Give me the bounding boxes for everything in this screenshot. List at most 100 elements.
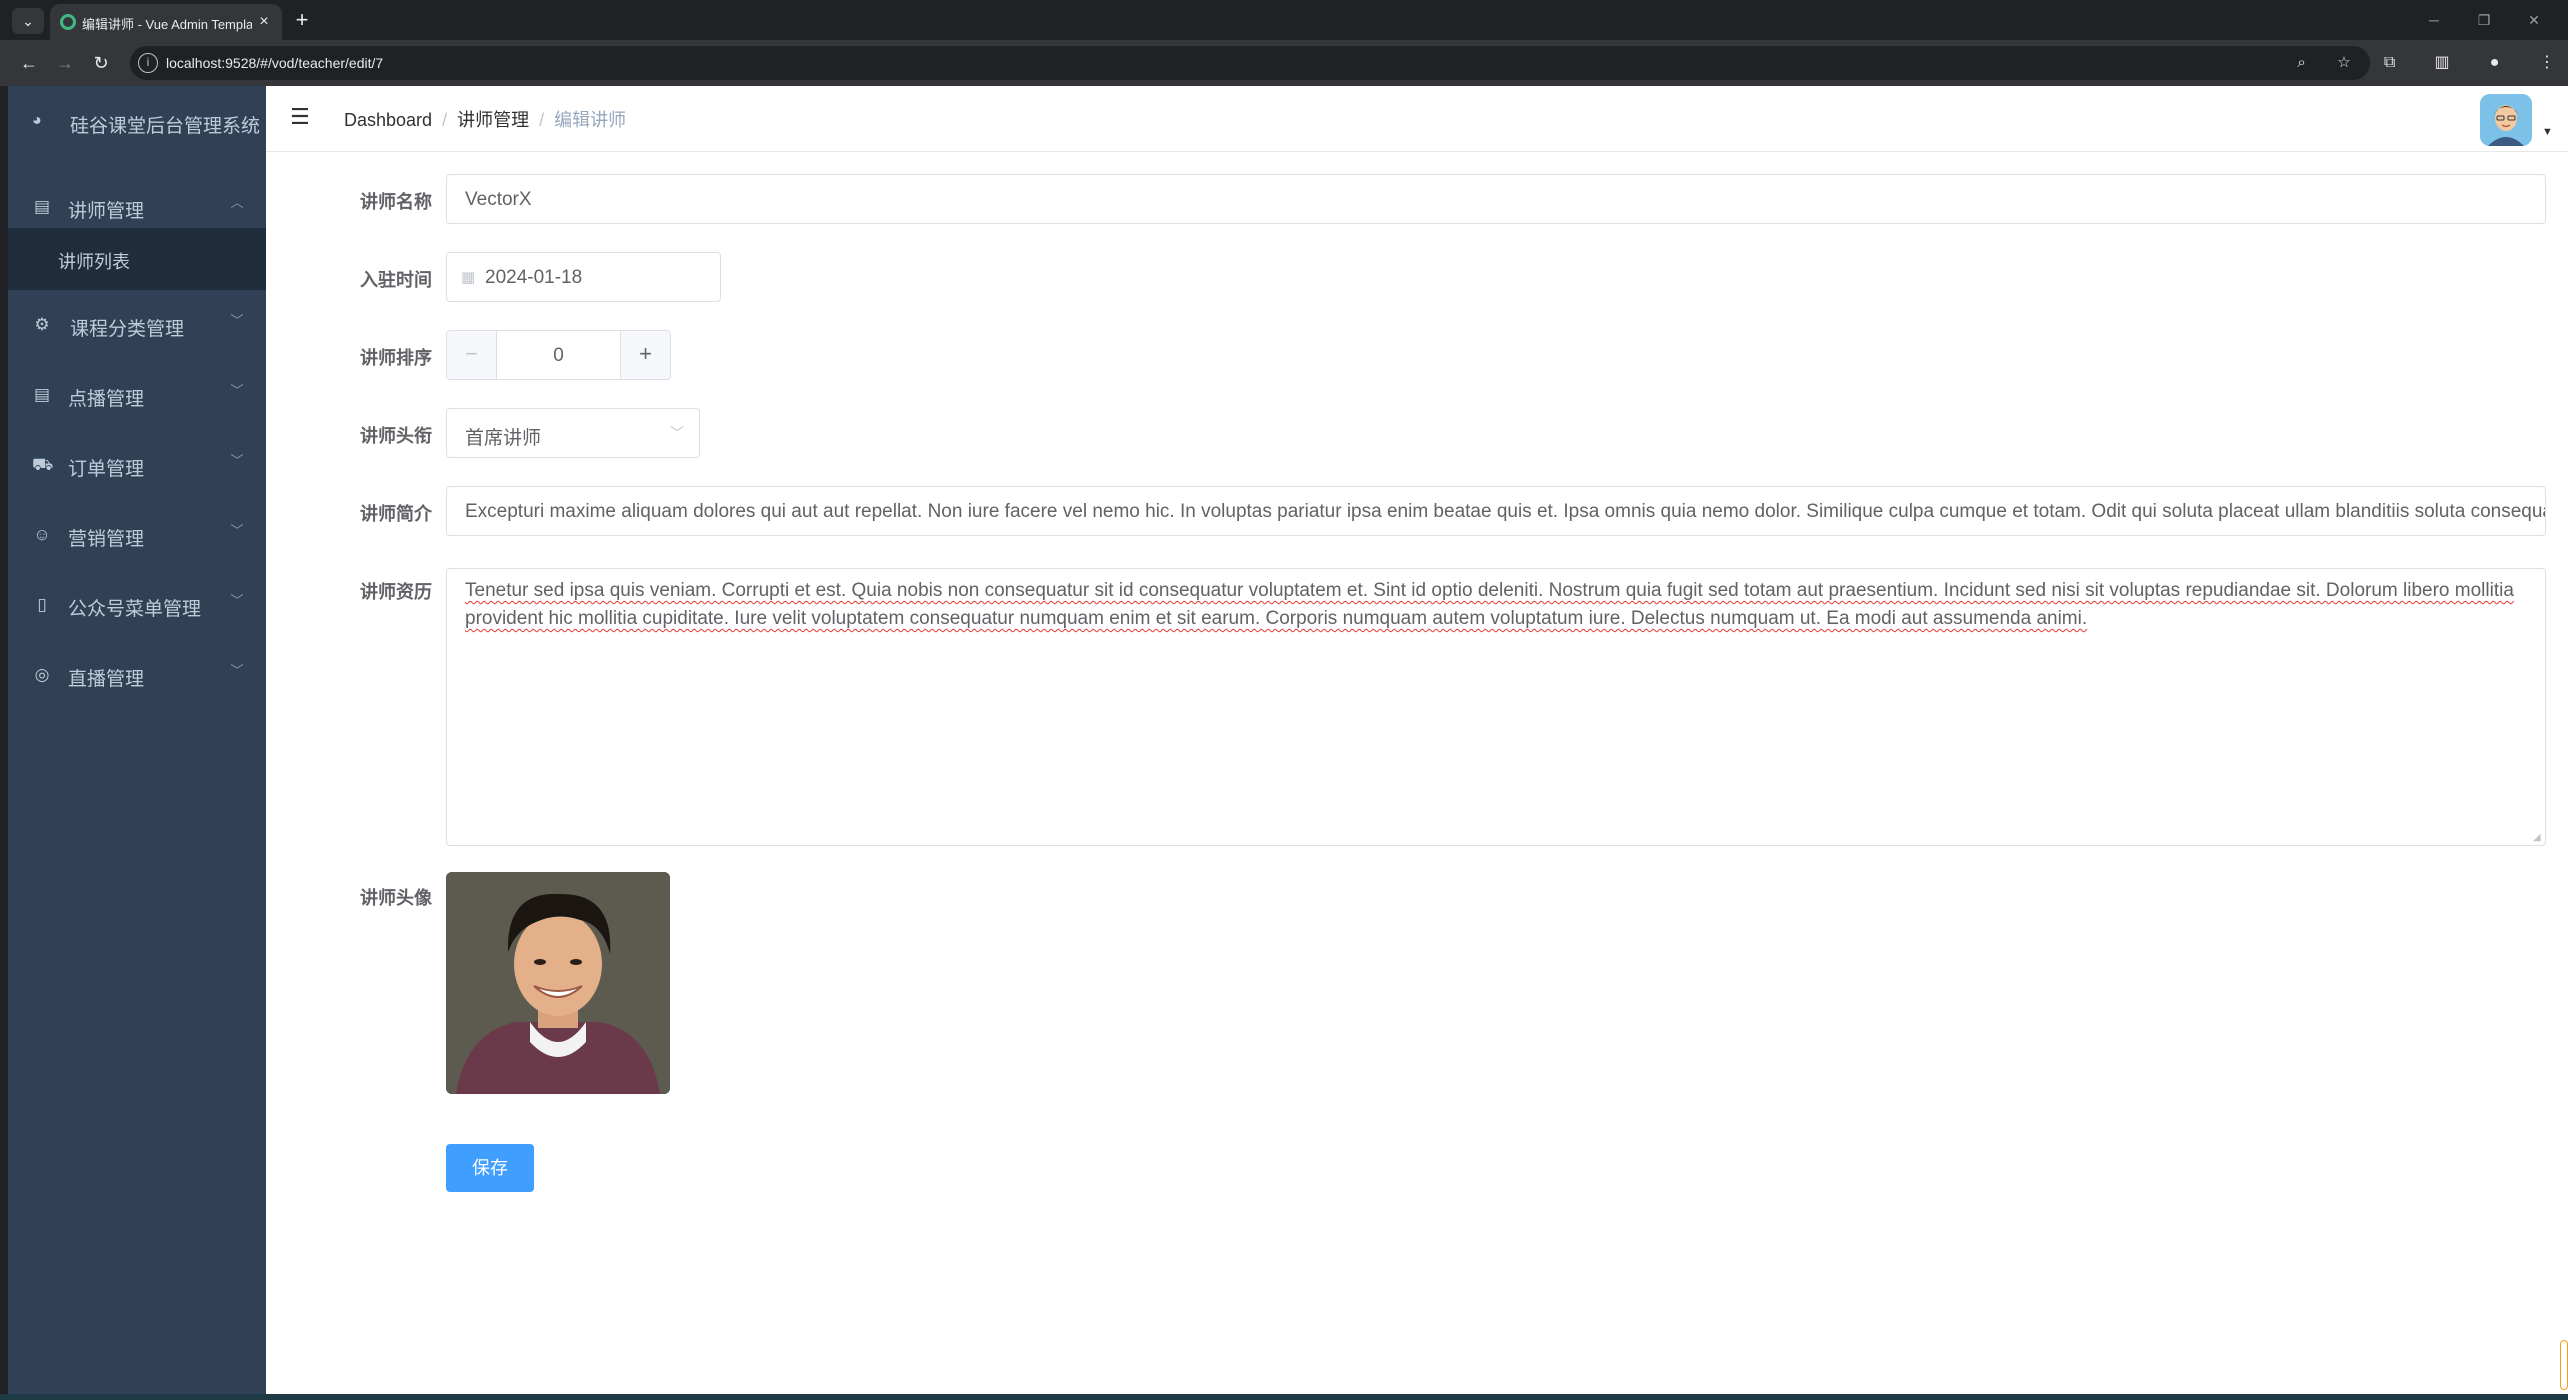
forward-arrow-icon[interactable]: → (52, 50, 78, 76)
sidebar-item-course-category[interactable]: ⚙ 课程分类管理 ﹀ (8, 290, 266, 360)
breadcrumb-separator: / (539, 110, 545, 130)
smile-icon: ☺ (33, 525, 51, 544)
chevron-down-icon: ﹀ (230, 523, 244, 538)
chevron-down-icon: ﹀ (230, 313, 244, 328)
sidebar-item-label: 营销管理 (68, 529, 145, 550)
sidebar-brand[interactable]: ◕ 硅谷课堂后台管理系统 (8, 86, 266, 156)
profile-icon[interactable]: ● (2484, 52, 2506, 74)
chevron-down-icon: ﹀ (230, 383, 244, 398)
sidebar-item-label: 订单管理 (68, 459, 145, 480)
back-arrow-icon[interactable]: ← (16, 50, 42, 76)
form-label-title: 讲师头衔 (360, 426, 432, 446)
phone-icon: ▯ (37, 595, 47, 614)
save-button[interactable]: 保存 (446, 1144, 534, 1192)
sort-value[interactable]: 0 (497, 345, 620, 367)
table-icon: ▤ (33, 385, 51, 404)
address-url[interactable]: localhost:9528/#/vod/teacher/edit/7 (166, 55, 383, 71)
sidebar-subitem-label: 讲师列表 (58, 252, 130, 272)
address-bar-actions: ⌕ ☆ (2274, 53, 2354, 73)
form-label-sort: 讲师排序 (360, 348, 432, 368)
new-tab-plus-icon[interactable]: + (288, 6, 316, 34)
vue-favicon-icon (60, 14, 76, 30)
chevron-down-icon: ﹀ (670, 425, 684, 441)
bottom-strip (0, 1394, 2568, 1400)
calendar-icon: ▦ (461, 269, 476, 286)
brand-title: 硅谷课堂后台管理系统 (70, 116, 261, 137)
sidebar-subitem-teacher-list[interactable]: 讲师列表 (8, 228, 266, 290)
breadcrumb-separator: / (442, 110, 448, 130)
chevron-down-icon: ﹀ (230, 663, 244, 678)
teacher-career-value: Tenetur sed ipsa quis veniam. Corrupti e… (465, 580, 2514, 629)
side-panel-icon[interactable]: ▥ (2431, 52, 2453, 74)
restore-icon[interactable]: ❐ (2472, 8, 2496, 32)
chevron-down-icon: ﹀ (230, 593, 244, 608)
join-date-picker[interactable]: ▦ 2024-01-18 (446, 252, 721, 302)
chevron-up-icon: ︿ (230, 195, 244, 210)
teacher-intro-input[interactable]: Excepturi maxime aliquam dolores qui aut… (446, 486, 2546, 536)
sidebar-item-marketing[interactable]: ☺ 营销管理 ﹀ (8, 500, 266, 570)
teacher-title-select[interactable]: 首席讲师 ﹀ (446, 408, 700, 458)
help-icon: ◎ (34, 665, 50, 684)
form-label-avatar: 讲师头像 (360, 888, 432, 908)
toolbar-right-actions: ⧉ ▥ ● ⋮ (2353, 52, 2558, 74)
sidebar-item-label: 课程分类管理 (70, 319, 185, 340)
user-avatar[interactable] (2480, 94, 2532, 146)
join-date-value: 2024-01-18 (485, 267, 583, 288)
dashboard-icon: ◕ (32, 112, 42, 129)
teacher-name-value: VectorX (465, 189, 532, 210)
form-label-intro: 讲师简介 (360, 504, 432, 524)
table-icon: ▤ (33, 197, 51, 216)
browser-menu-kebab-icon[interactable]: ⋮ (2536, 52, 2558, 74)
sidebar-item-order[interactable]: ⛟ 订单管理 ﹀ (8, 430, 266, 500)
sidebar-item-wechat-menu[interactable]: ▯ 公众号菜单管理 ﹀ (8, 570, 266, 640)
chevron-down-icon: ﹀ (230, 453, 244, 468)
breadcrumb-teacher-manage[interactable]: 讲师管理 (457, 110, 529, 130)
reload-icon[interactable]: ↻ (88, 50, 114, 76)
sidebar-item-label: 公众号菜单管理 (68, 599, 202, 620)
user-avatar-image (2480, 94, 2532, 146)
minimize-icon[interactable]: ─ (2422, 8, 2446, 32)
navbar: ☰ Dashboard / 讲师管理 / 编辑讲师 ▼ (266, 86, 2568, 152)
teacher-intro-value: Excepturi maxime aliquam dolores qui aut… (465, 501, 2546, 522)
teacher-career-textarea[interactable]: Tenetur sed ipsa quis veniam. Corrupti e… (446, 568, 2546, 846)
window-controls: ─ ❐ ✕ (2408, 0, 2568, 40)
browser-toolbar: ← → ↻ i localhost:9528/#/vod/teacher/edi… (0, 40, 2568, 86)
sort-increase-button[interactable]: + (620, 331, 670, 379)
tab-search-chevron-down-icon[interactable]: ⌄ (12, 8, 44, 34)
site-info-icon[interactable]: i (138, 53, 158, 73)
gear-icon: ⚙ (34, 315, 50, 334)
window-close-icon[interactable]: ✕ (2522, 8, 2546, 32)
breadcrumb-dashboard[interactable]: Dashboard (344, 110, 432, 130)
bookmark-star-icon[interactable]: ☆ (2334, 53, 2354, 73)
truck-icon: ⛟ (32, 455, 54, 474)
sidebar: ◕ 硅谷课堂后台管理系统 ▤ 讲师管理 ︿ 讲师列表 ⚙ 课程分类管理 ﹀ ▤ … (8, 86, 266, 1394)
address-bar[interactable]: i localhost:9528/#/vod/teacher/edit/7 ⌕ … (130, 46, 2370, 80)
sort-decrease-button[interactable]: − (447, 331, 497, 379)
sidebar-item-label: 讲师管理 (68, 201, 145, 222)
tab-title: 编辑讲师 - Vue Admin Template (82, 17, 252, 32)
zoom-icon[interactable]: ⌕ (2292, 53, 2312, 73)
breadcrumb: Dashboard / 讲师管理 / 编辑讲师 (344, 106, 626, 132)
teacher-title-value: 首席讲师 (465, 428, 542, 449)
avatar-caret-down-icon[interactable]: ▼ (2542, 126, 2554, 138)
scrollbar-handle[interactable] (2560, 1340, 2568, 1390)
hamburger-menu-icon[interactable]: ☰ (290, 106, 312, 128)
browser-tabstrip: ⌄ 编辑讲师 - Vue Admin Template × + ─ ❐ ✕ (0, 0, 2568, 40)
tab-close-icon[interactable]: × (254, 12, 274, 32)
form-label-career: 讲师资历 (360, 582, 432, 602)
form-label-name: 讲师名称 (360, 192, 432, 212)
window-left-edge (0, 86, 8, 1400)
sidebar-item-live[interactable]: ◎ 直播管理 ﹀ (8, 640, 266, 710)
browser-tab[interactable]: 编辑讲师 - Vue Admin Template × (50, 4, 282, 40)
sidebar-item-vod[interactable]: ▤ 点播管理 ﹀ (8, 360, 266, 430)
sidebar-item-label: 直播管理 (68, 669, 145, 690)
form-label-join-date: 入驻时间 (360, 270, 432, 290)
sidebar-item-label: 点播管理 (68, 389, 145, 410)
sort-number-input[interactable]: − 0 + (446, 330, 671, 380)
teacher-photo-image (446, 872, 670, 1094)
teacher-name-input[interactable]: VectorX (446, 174, 2546, 224)
extensions-puzzle-icon[interactable]: ⧉ (2379, 52, 2401, 74)
app-container: ◕ 硅谷课堂后台管理系统 ▤ 讲师管理 ︿ 讲师列表 ⚙ 课程分类管理 ﹀ ▤ … (0, 86, 2568, 1400)
resize-grip-icon[interactable]: ◢ (2533, 833, 2543, 843)
teacher-avatar-upload[interactable] (446, 872, 670, 1094)
